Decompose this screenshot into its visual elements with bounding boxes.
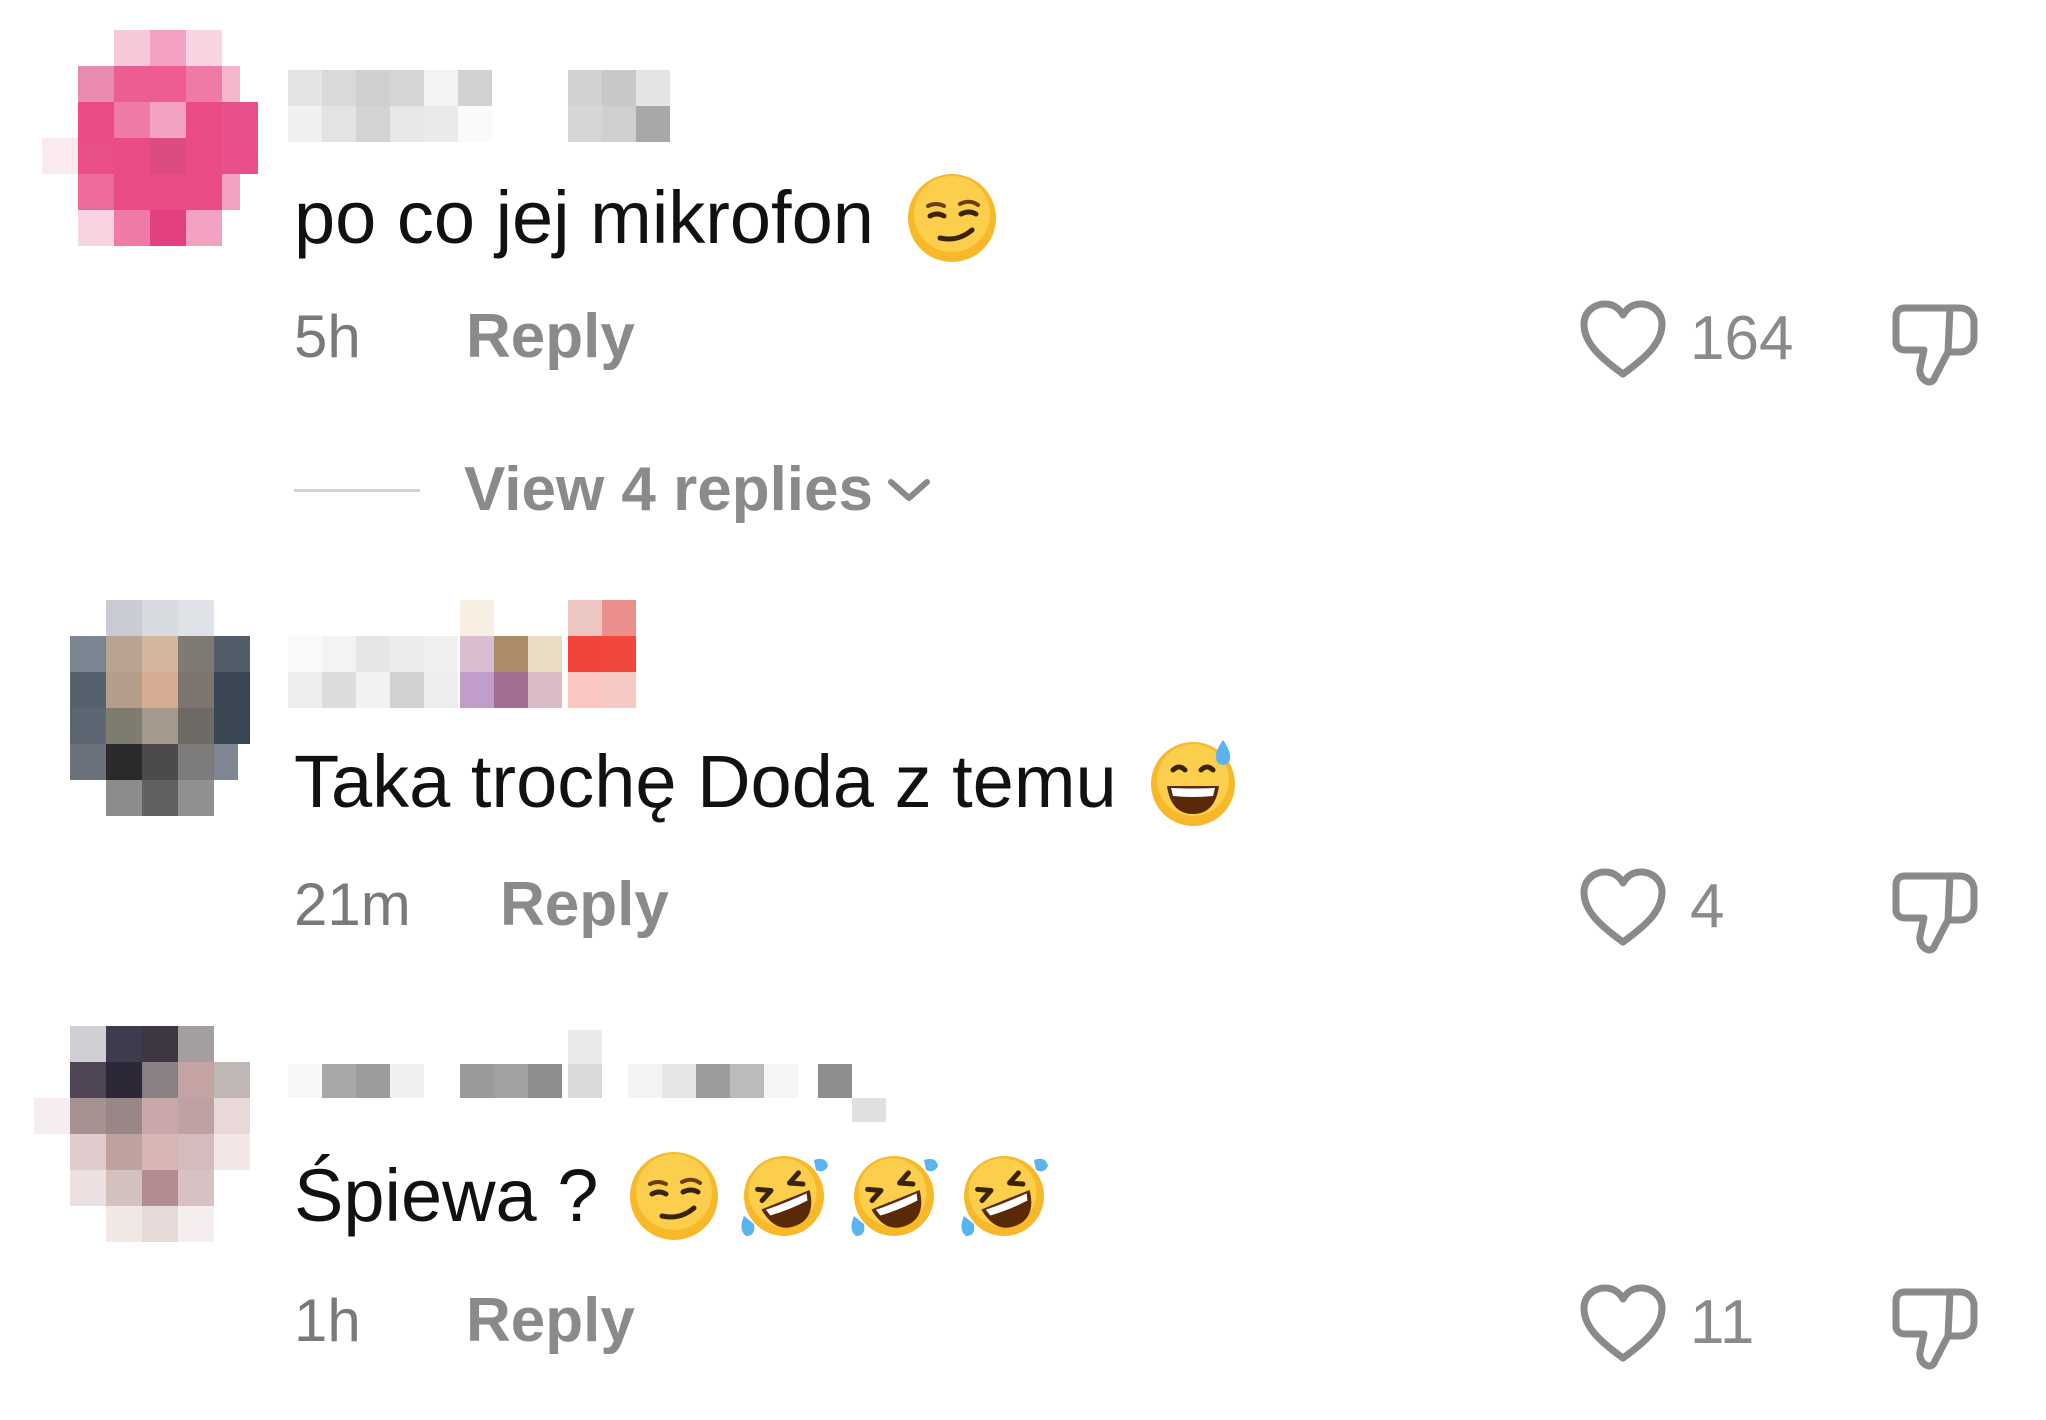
comment-timestamp: 21m <box>294 871 411 938</box>
reply-button[interactable]: Reply <box>466 302 635 372</box>
rolling-laughing-face-emoji-icon <box>738 1150 830 1242</box>
smirking-face-emoji-icon <box>628 1150 720 1242</box>
thumbs-down-outline-icon[interactable] <box>1890 1282 1980 1372</box>
like-count: 164 <box>1690 304 1794 373</box>
comment-timestamp: 1h <box>294 1287 361 1354</box>
comment-text: Taka trochę Doda z temu <box>294 736 1239 828</box>
comment-text: Śpiewa ? <box>294 1150 1050 1242</box>
heart-outline-icon <box>1580 868 1666 946</box>
username-blurred[interactable] <box>288 70 688 142</box>
grinning-sweat-face-emoji-icon <box>1147 736 1239 828</box>
like-count: 4 <box>1690 872 1725 941</box>
username-blurred[interactable] <box>288 1030 908 1122</box>
thumbs-down-outline-icon[interactable] <box>1890 298 1980 388</box>
comment-text-content: Taka trochę Doda z temu <box>294 740 1117 823</box>
rolling-laughing-face-emoji-icon <box>848 1150 940 1242</box>
thumbs-down-outline-icon[interactable] <box>1890 866 1980 956</box>
reply-button[interactable]: Reply <box>500 870 669 940</box>
like-count: 11 <box>1690 1288 1755 1357</box>
username-blurred[interactable] <box>288 600 648 708</box>
comment-text: po co jej mikrofon <box>294 172 998 264</box>
replies-divider-line <box>294 488 420 492</box>
reply-button[interactable]: Reply <box>466 1286 635 1356</box>
like-button[interactable]: 164 <box>1578 298 1793 380</box>
chevron-down-icon <box>888 479 930 501</box>
comment-text-content: Śpiewa ? <box>294 1154 599 1237</box>
heart-outline-icon <box>1580 300 1666 378</box>
comment-text-content: po co jej mikrofon <box>294 176 874 259</box>
comment-timestamp: 5h <box>294 303 361 370</box>
like-button[interactable]: 11 <box>1578 1282 1754 1364</box>
avatar[interactable] <box>34 600 258 824</box>
rolling-laughing-face-emoji-icon <box>958 1150 1050 1242</box>
avatar[interactable] <box>34 1026 258 1250</box>
smirking-face-emoji-icon <box>906 172 998 264</box>
heart-outline-icon <box>1580 1284 1666 1362</box>
view-replies-button[interactable]: View 4 replies <box>294 455 933 525</box>
like-button[interactable]: 4 <box>1578 866 1724 948</box>
view-replies-label: View 4 replies <box>464 455 873 524</box>
avatar[interactable] <box>34 30 258 254</box>
